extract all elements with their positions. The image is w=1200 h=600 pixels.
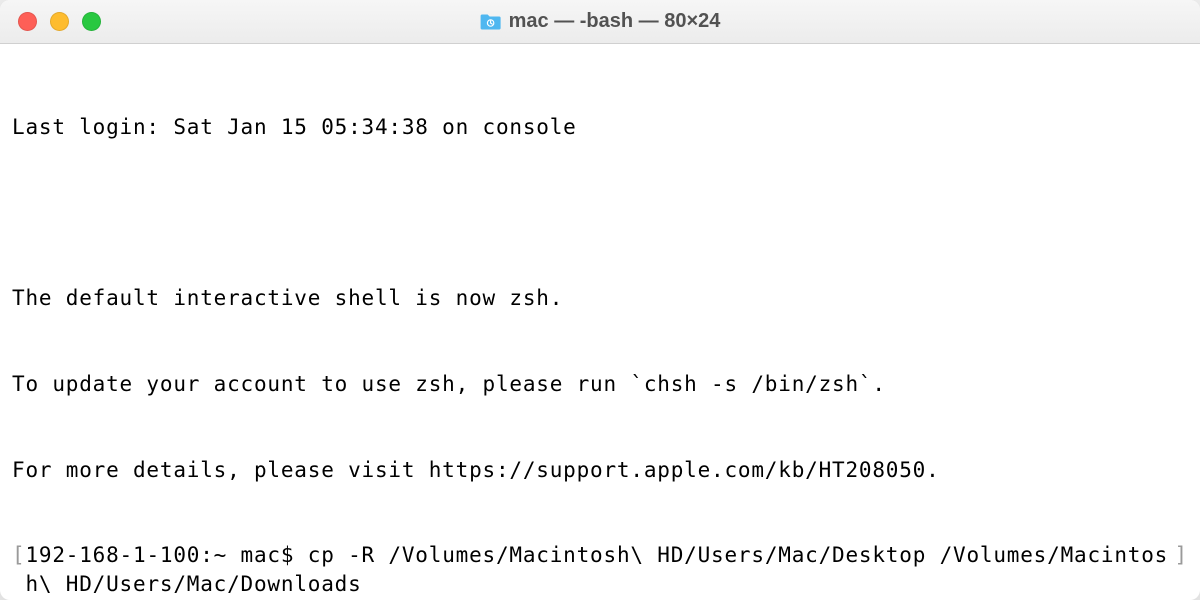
executed-command-line: [ 192-168-1-100:~ mac$ cp -R /Volumes/Ma…	[12, 541, 1188, 598]
folder-icon	[480, 13, 502, 31]
traffic-lights	[0, 12, 101, 31]
window-title: mac — -bash — 80×24	[509, 10, 721, 33]
zsh-notice-line: The default interactive shell is now zsh…	[12, 284, 1188, 313]
terminal-output[interactable]: Last login: Sat Jan 15 05:34:38 on conso…	[0, 44, 1200, 600]
bracket-close-icon: ]	[1175, 541, 1188, 570]
command-text: 192-168-1-100:~ mac$ cp -R /Volumes/Maci…	[25, 541, 1174, 598]
bracket-open-icon: [	[12, 541, 25, 570]
minimize-icon[interactable]	[50, 12, 69, 31]
zsh-notice-line: To update your account to use zsh, pleas…	[12, 370, 1188, 399]
window-title-group: mac — -bash — 80×24	[480, 10, 721, 33]
maximize-icon[interactable]	[82, 12, 101, 31]
zsh-notice-line: For more details, please visit https://s…	[12, 456, 1188, 485]
close-icon[interactable]	[18, 12, 37, 31]
titlebar[interactable]: mac — -bash — 80×24	[0, 0, 1200, 44]
blank-line	[12, 199, 1188, 228]
terminal-window: mac — -bash — 80×24 Last login: Sat Jan …	[0, 0, 1200, 600]
last-login-line: Last login: Sat Jan 15 05:34:38 on conso…	[12, 113, 1188, 142]
